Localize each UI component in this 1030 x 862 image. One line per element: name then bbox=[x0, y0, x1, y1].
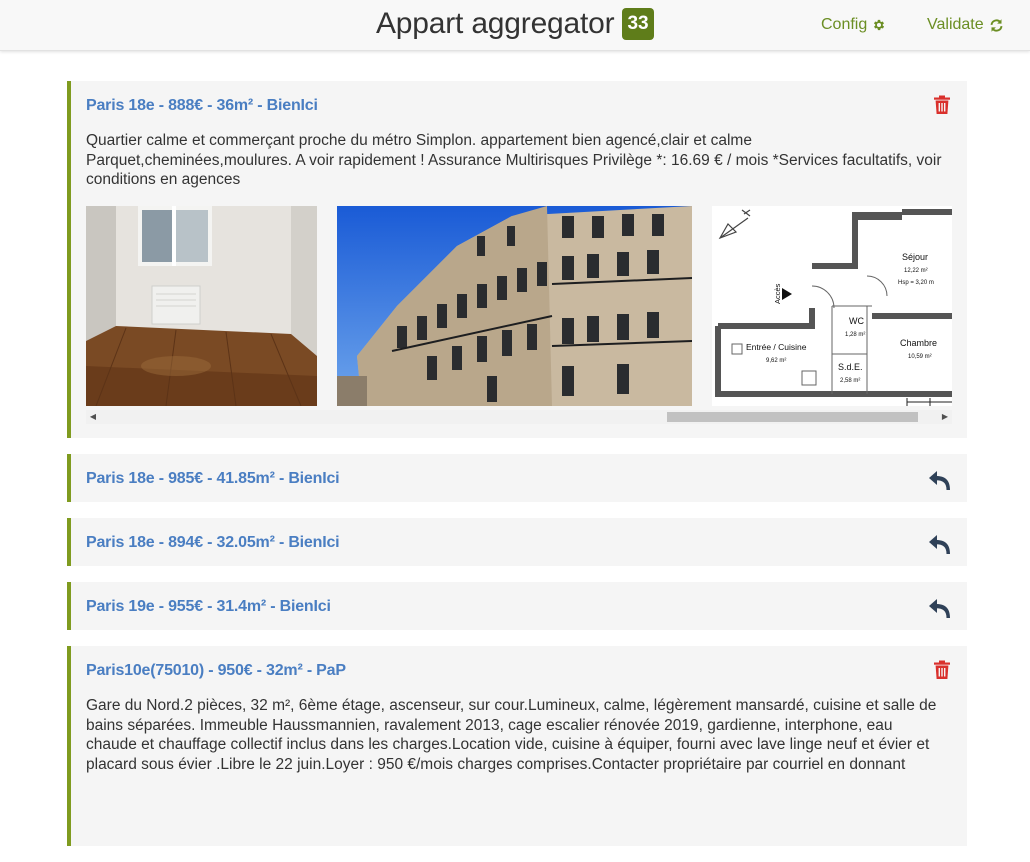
floorplan-label-chambre: Chambre bbox=[900, 338, 937, 348]
floorplan-chambre-area: 10,59 m² bbox=[908, 354, 932, 360]
trash-icon[interactable] bbox=[933, 95, 951, 120]
top-navbar: Appart aggregator 33 Config Validate bbox=[0, 0, 1030, 51]
config-label: Config bbox=[821, 16, 868, 33]
listing-title[interactable]: Paris 19e - 955€ - 31.4m² - BienIci bbox=[86, 598, 331, 616]
listing-header[interactable]: Paris 18e - 888€ - 36m² - BienIci bbox=[71, 81, 967, 129]
app-brand: Appart aggregator 33 bbox=[376, 7, 654, 41]
gallery-scrollbar[interactable]: ◀ ▶ bbox=[86, 409, 952, 424]
listing-title[interactable]: Paris 18e - 888€ - 36m² - BienIci bbox=[86, 97, 318, 115]
floorplan-label-acces: Accès bbox=[773, 283, 782, 304]
scroll-left-arrow-icon[interactable]: ◀ bbox=[86, 410, 100, 424]
undo-icon[interactable] bbox=[929, 535, 951, 560]
listing-header[interactable]: Paris 19e - 955€ - 31.4m² - BienIci bbox=[71, 582, 967, 630]
listing-card: Paris 19e - 955€ - 31.4m² - BienIci bbox=[67, 582, 967, 630]
floorplan-label-sejour: Séjour bbox=[902, 252, 928, 262]
listing-card: Paris 18e - 985€ - 41.85m² - BienIci bbox=[67, 454, 967, 502]
floorplan-wc-area: 1,28 m² bbox=[845, 332, 865, 338]
listing-card: Paris 18e - 888€ - 36m² - BienIci Quarti… bbox=[67, 81, 967, 438]
scrollbar-thumb[interactable] bbox=[667, 411, 918, 422]
app-title: Appart aggregator bbox=[376, 7, 615, 40]
scroll-right-arrow-icon[interactable]: ▶ bbox=[938, 410, 952, 424]
listing-description: Quartier calme et commerçant proche du m… bbox=[86, 132, 942, 188]
undo-icon[interactable] bbox=[929, 471, 951, 496]
room-photo bbox=[86, 205, 317, 406]
listing-title[interactable]: Paris10e(75010) - 950€ - 32m² - PaP bbox=[86, 662, 346, 680]
floorplan-sejour-area: 12,22 m² bbox=[904, 268, 928, 274]
trash-icon[interactable] bbox=[933, 660, 951, 685]
validate-link[interactable]: Validate bbox=[927, 16, 1004, 34]
floorplan-label-entree: Entrée / Cuisine bbox=[746, 342, 807, 352]
listing-header[interactable]: Paris 18e - 894€ - 32.05m² - BienIci bbox=[71, 518, 967, 566]
listing-header[interactable]: Paris10e(75010) - 950€ - 32m² - PaP bbox=[71, 646, 967, 694]
listing-list: Paris 18e - 888€ - 36m² - BienIci Quarti… bbox=[67, 81, 967, 862]
listing-count-badge: 33 bbox=[622, 8, 654, 40]
listing-card: Paris10e(75010) - 950€ - 32m² - PaP Gare… bbox=[67, 646, 967, 846]
listing-title[interactable]: Paris 18e - 894€ - 32.05m² - BienIci bbox=[86, 534, 340, 552]
refresh-icon bbox=[990, 18, 1003, 32]
building-photo bbox=[337, 205, 692, 406]
gear-icon bbox=[874, 19, 885, 31]
validate-label: Validate bbox=[927, 16, 984, 33]
listing-header[interactable]: Paris 18e - 985€ - 41.85m² - BienIci bbox=[71, 454, 967, 502]
listing-description: Gare du Nord.2 pièces, 32 m², 6ème étage… bbox=[86, 697, 937, 773]
photo-gallery[interactable]: Séjour 12,22 m² Hsp = 3,20 m WC 1,28 m² … bbox=[86, 205, 952, 406]
floorplan-entree-area: 9,62 m² bbox=[766, 358, 786, 364]
listing-card: Paris 18e - 894€ - 32.05m² - BienIci bbox=[67, 518, 967, 566]
floorplan-sde-area: 2,58 m² bbox=[840, 378, 860, 384]
floorplan-sejour-hsp: Hsp = 3,20 m bbox=[898, 280, 934, 286]
floorplan-label-wc: WC bbox=[849, 316, 864, 326]
floorplan-label-sde: S.d.E. bbox=[838, 362, 863, 372]
floorplan-image: Séjour 12,22 m² Hsp = 3,20 m WC 1,28 m² … bbox=[712, 205, 952, 406]
config-link[interactable]: Config bbox=[821, 16, 886, 34]
undo-icon[interactable] bbox=[929, 599, 951, 624]
listing-title[interactable]: Paris 18e - 985€ - 41.85m² - BienIci bbox=[86, 470, 340, 488]
